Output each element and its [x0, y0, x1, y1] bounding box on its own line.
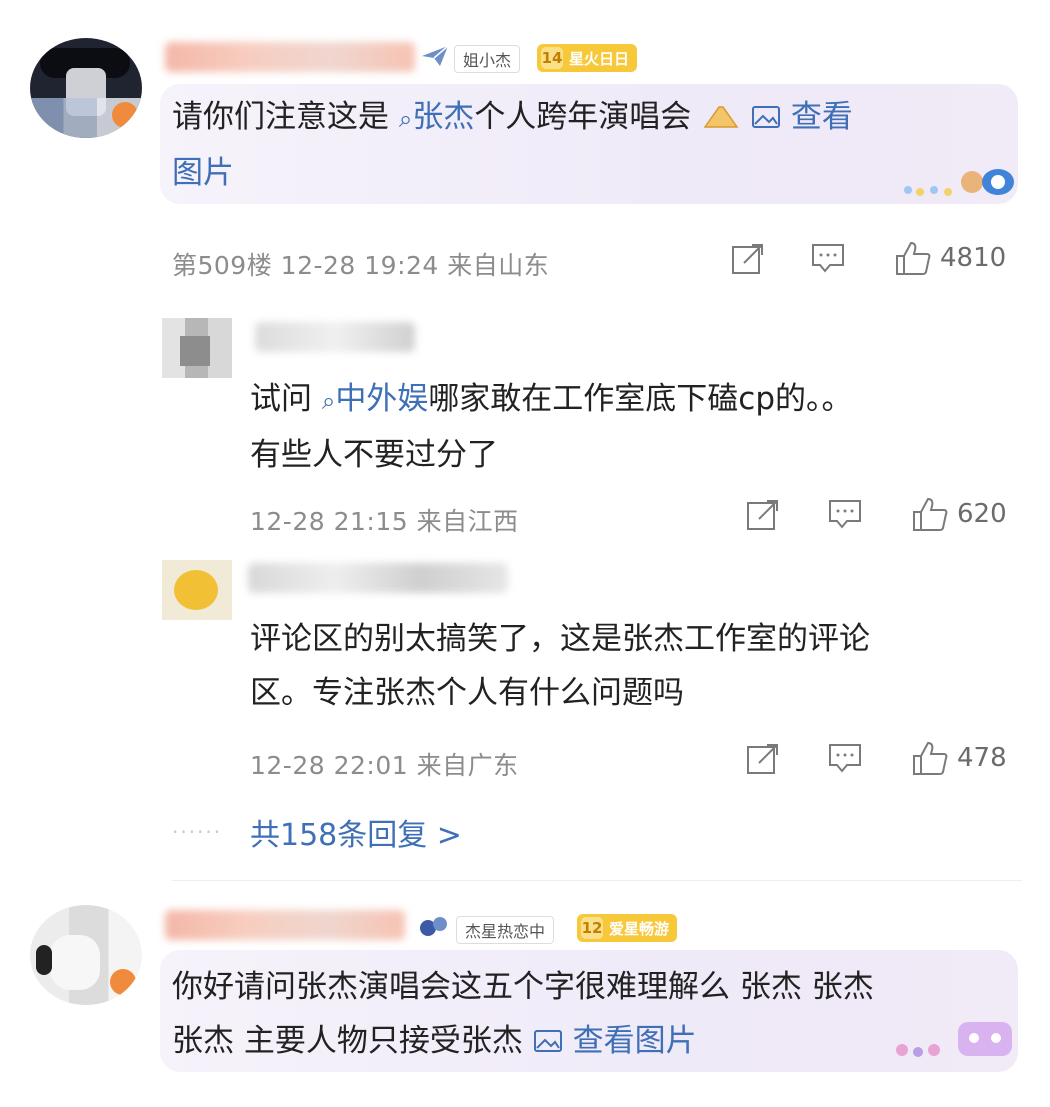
- comment-icon: [812, 244, 844, 273]
- avatar[interactable]: [162, 560, 232, 620]
- praying-hands-icon: [701, 99, 751, 135]
- comment-button[interactable]: [827, 741, 911, 775]
- image-icon: [751, 99, 791, 135]
- username-blurred[interactable]: [165, 42, 415, 72]
- view-image-link[interactable]: 查看图片: [533, 1023, 697, 1059]
- like-count: 4810: [940, 243, 1007, 273]
- share-button[interactable]: [730, 241, 810, 275]
- fan-tag[interactable]: 姐小杰: [420, 44, 521, 73]
- divider: [172, 880, 1022, 881]
- reply-text: 试问 ⌕中外娱哪家敢在工作室底下磕cp的。。 有些人不要过分了: [250, 381, 853, 473]
- thumbs-up-icon: [913, 741, 948, 775]
- comment-icon: [829, 744, 861, 773]
- comment-text: 请你们注意这是 ⌕张杰个人跨年演唱会 查看 图片: [172, 99, 853, 191]
- paper-plane-icon: [420, 44, 450, 73]
- reply-text: 评论区的别太搞笑了，这是张杰工作室的评论 区。专注张杰个人有什么问题吗: [250, 621, 870, 711]
- search-icon: ⌕: [398, 105, 413, 133]
- comment-actions: 4810: [730, 240, 1006, 276]
- comment-button[interactable]: [810, 241, 894, 275]
- reply-meta: 12-28 21:15 来自江西: [250, 507, 519, 536]
- avatar[interactable]: [162, 318, 232, 378]
- thumbs-up-icon: [896, 241, 931, 275]
- topic-link[interactable]: ⌕中外娱: [322, 381, 428, 417]
- share-icon: [747, 744, 778, 774]
- share-icon: [732, 244, 763, 274]
- image-icon: [533, 1023, 573, 1059]
- avatar[interactable]: [30, 38, 142, 138]
- comment-icon: [829, 500, 861, 529]
- verified-badge-icon: [112, 102, 138, 128]
- comment-meta: 第509楼 12-28 19:24 来自山东: [172, 251, 550, 280]
- reply-actions: 478: [745, 740, 1007, 776]
- share-button[interactable]: [745, 741, 827, 775]
- level-badge[interactable]: 14 星火日日: [537, 44, 638, 72]
- more-replies-link[interactable]: 共158条回复 >: [250, 810, 462, 854]
- comment-button[interactable]: [827, 497, 911, 531]
- topic-link[interactable]: ⌕张杰: [399, 99, 474, 135]
- avatar[interactable]: [30, 905, 142, 1005]
- fan-tag-label: 姐小杰: [454, 44, 521, 73]
- like-button[interactable]: 478: [911, 740, 1007, 776]
- level-text: 爱星畅游: [609, 919, 670, 938]
- share-icon: [747, 500, 778, 530]
- level-number: 12: [581, 917, 603, 939]
- thumbs-up-icon: [913, 497, 948, 531]
- fan-group-icon: [418, 914, 452, 945]
- username-blurred[interactable]: [248, 563, 508, 593]
- verified-badge-icon: [110, 969, 136, 995]
- search-icon: ⌕: [321, 387, 336, 415]
- like-button[interactable]: 4810: [894, 240, 1006, 276]
- like-count: 478: [957, 743, 1007, 773]
- reply-meta: 12-28 22:01 来自广东: [250, 751, 519, 780]
- username-blurred[interactable]: [255, 322, 415, 352]
- level-badge[interactable]: 12 爱星畅游: [577, 914, 678, 942]
- username-blurred[interactable]: [165, 910, 405, 940]
- level-number: 14: [541, 47, 563, 69]
- separator-dots: ······: [172, 820, 223, 844]
- level-text: 星火日日: [569, 49, 630, 68]
- like-button[interactable]: 620: [911, 496, 1007, 532]
- fan-tag[interactable]: 杰星热恋中: [418, 914, 555, 945]
- fan-tag-label: 杰星热恋中: [456, 915, 555, 944]
- comment-text: 你好请问张杰演唱会这五个字很难理解么 张杰 张杰 张杰 主要人物只接受张杰 查看…: [172, 969, 874, 1059]
- share-button[interactable]: [745, 497, 827, 531]
- reply-actions: 620: [745, 496, 1007, 532]
- like-count: 620: [957, 499, 1007, 529]
